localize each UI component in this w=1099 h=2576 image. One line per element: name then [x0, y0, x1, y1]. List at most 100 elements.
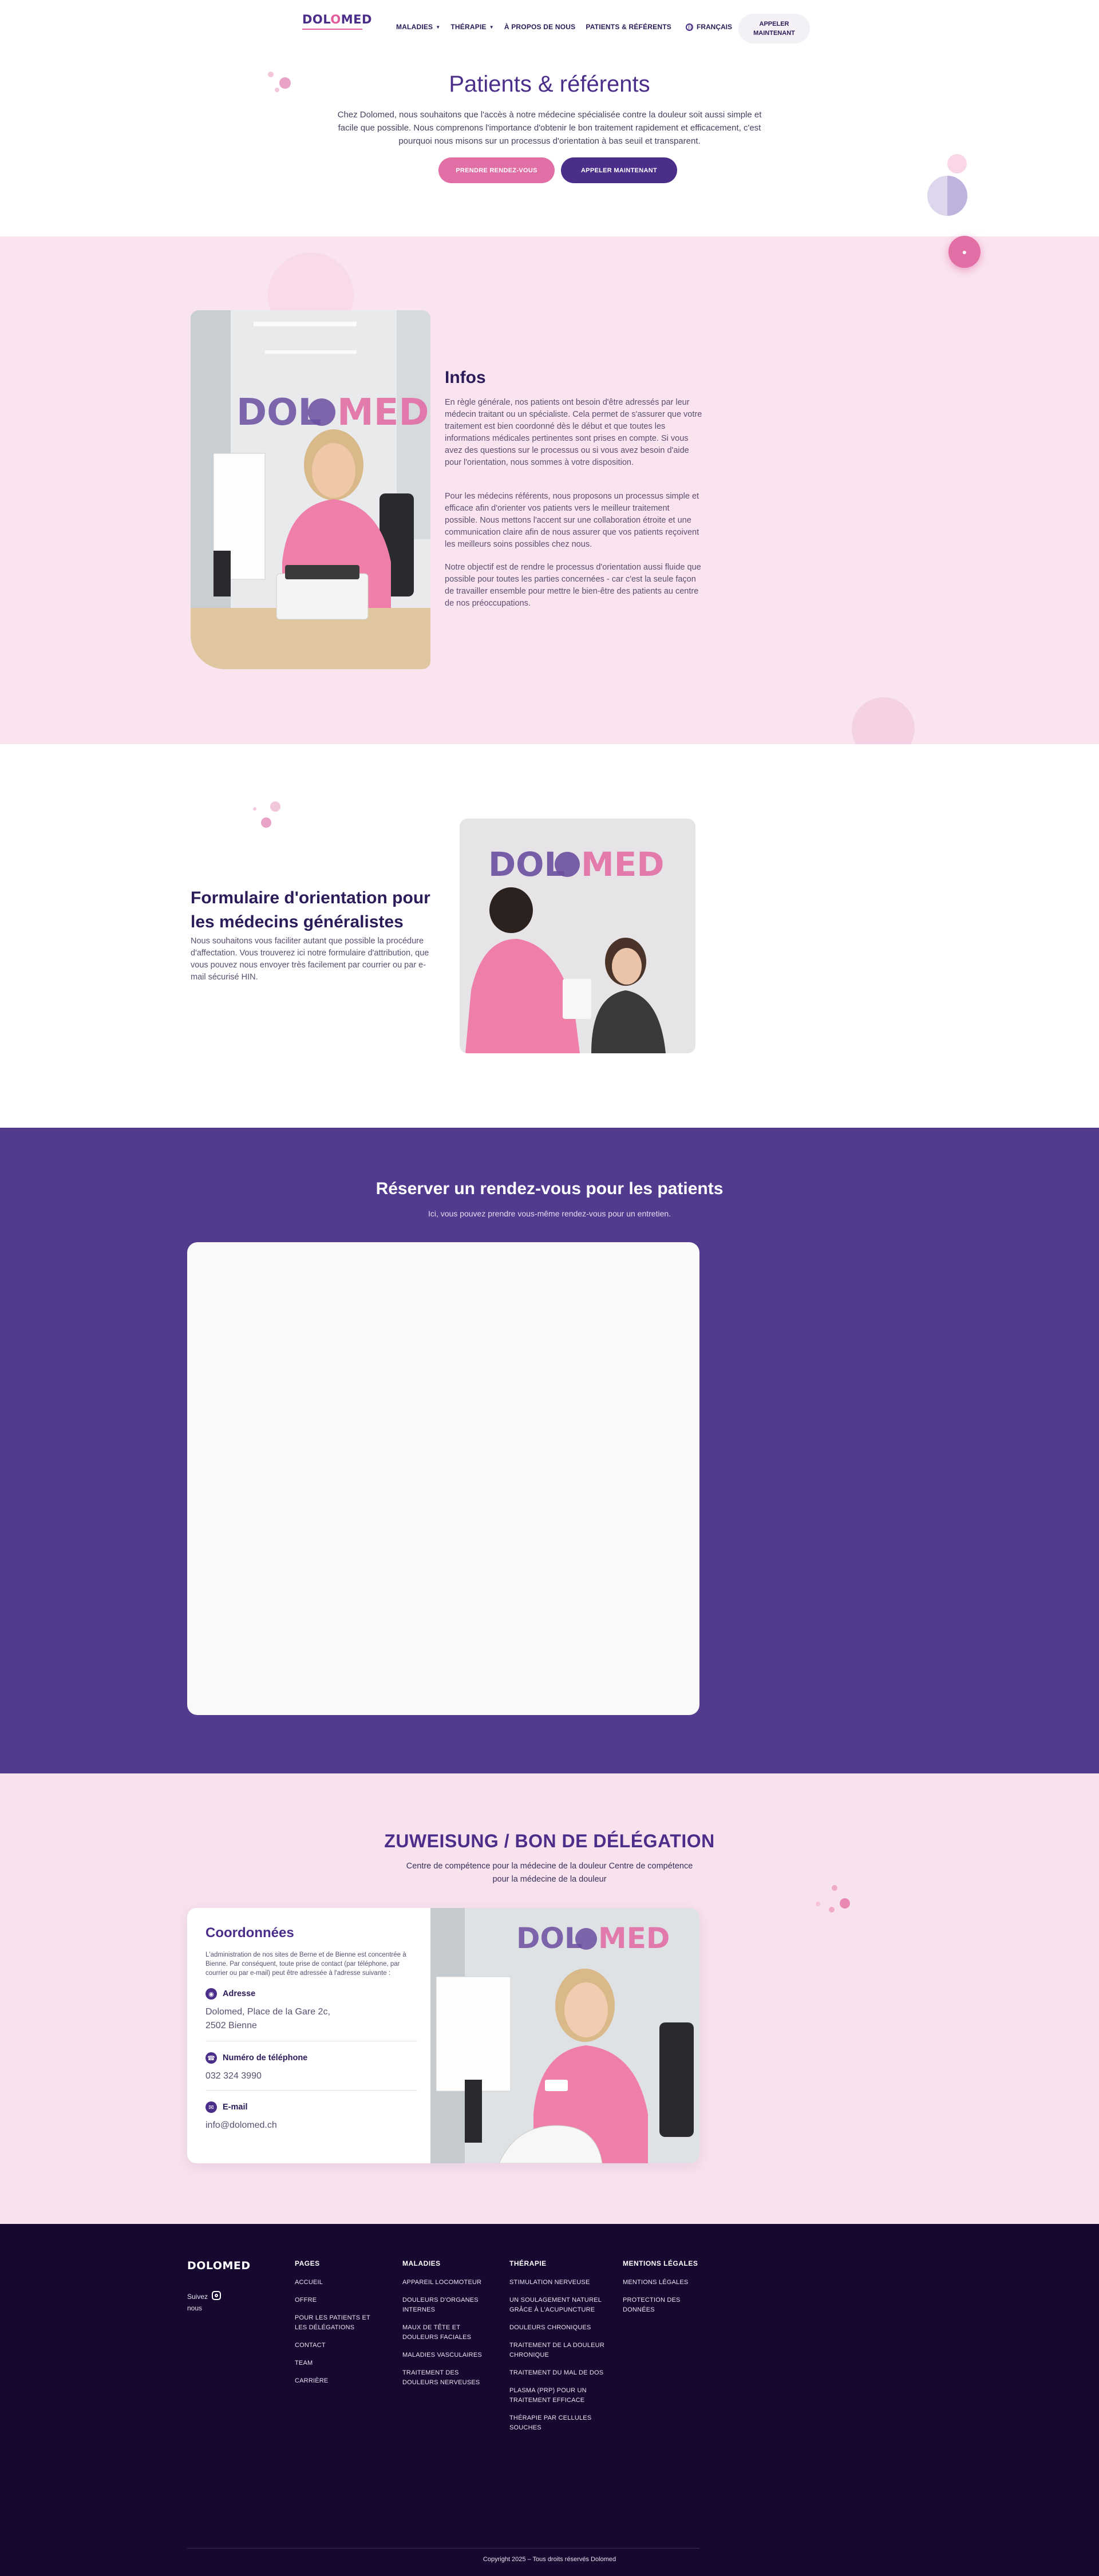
nav-item-a-propos[interactable]: À PROPOS DE NOUS [504, 23, 576, 31]
book-appointment-button[interactable]: PRENDRE RENDEZ-VOUS [438, 157, 555, 183]
address-line: Dolomed, Place de la Gare 2c, [205, 2007, 330, 2017]
phone-number-link[interactable]: 032 324 3990 [205, 2069, 417, 2083]
contact-heading: Coordonnées [205, 1925, 294, 1941]
footer-column-title: THÉRAPIE [509, 2259, 547, 2267]
footer-follow-text: Suivez nous [187, 2293, 208, 2312]
page-title: Patients & référents [449, 72, 650, 97]
footer-link[interactable]: POUR LES PATIENTS ET LES DÉLÉGATIONS [295, 2313, 375, 2333]
contact-card: Coordonnées L'administration de nos site… [187, 1908, 699, 2163]
referral-form-text: Nous souhaitons vous faciliter autant qu… [191, 937, 429, 982]
consultation-photo[interactable]: DOL MED [460, 819, 695, 1053]
decor-dot [261, 817, 271, 828]
svg-text:DOL: DOL [488, 845, 565, 884]
logo[interactable]: DOLOMED [302, 13, 372, 41]
phone-label: Numéro de téléphone [223, 2053, 308, 2063]
email-link[interactable]: info@dolomed.ch [205, 2119, 417, 2132]
delegation-heading: ZUWEISUNG / BON DE DÉLÉGATION [384, 1831, 715, 1851]
nav-label: MALADIES [396, 23, 433, 31]
footer-column-maladies: MALADIES APPAREIL LOCOMOTEUR DOULEURS D'… [402, 2259, 494, 2396]
footer-column-mentions: MENTIONS LÉGALES MENTIONS LÉGALES PROTEC… [623, 2259, 700, 2323]
booking-section: Réserver un rendez-vous pour les patient… [0, 1128, 1099, 1773]
footer-column-title: MALADIES [402, 2259, 441, 2267]
decor-dot [947, 154, 967, 173]
infos-paragraph: En règle générale, nos patients ont beso… [445, 398, 702, 467]
chat-icon: ● [962, 247, 967, 256]
footer-link[interactable]: CARRIÈRE [295, 2376, 375, 2386]
footer-link[interactable]: CONTACT [295, 2341, 375, 2350]
footer-link[interactable]: PROTECTION DES DONNÉES [623, 2296, 700, 2315]
nav-item-therapie[interactable]: THÉRAPIE ▼ [450, 23, 493, 31]
footer-link[interactable]: THÉRAPIE PAR CELLULES SOUCHES [509, 2413, 607, 2433]
globe-icon [686, 23, 693, 31]
nav-item-maladies[interactable]: MALADIES ▼ [396, 23, 440, 31]
footer-link[interactable]: DOULEURS CHRONIQUES [509, 2323, 607, 2333]
copyright-text: Copyright 2025 – Tous droits réservés Do… [483, 2556, 616, 2563]
decor-dot [275, 88, 279, 92]
svg-text:MED: MED [337, 392, 429, 434]
footer-link[interactable]: TRAITEMENT DE LA DOULEUR CHRONIQUE [509, 2341, 607, 2360]
footer-column-title: MENTIONS LÉGALES [623, 2259, 698, 2267]
footer-link[interactable]: DOULEURS D'ORGANES INTERNES [402, 2296, 494, 2315]
footer-link[interactable]: APPAREIL LOCOMOTEUR [402, 2278, 494, 2287]
nav-item-patients-referents[interactable]: PATIENTS & RÉFÉRENTS [586, 23, 671, 31]
decor-circle [852, 697, 915, 744]
decor-dot [253, 807, 256, 811]
footer-link[interactable]: MAUX DE TÊTE ET DOULEURS FACIALES [402, 2323, 494, 2342]
language-switcher[interactable]: FRANÇAIS [686, 23, 732, 31]
svg-text:DOL: DOL [516, 1922, 583, 1955]
footer-link[interactable]: MALADIES VASCULAIRES [402, 2350, 494, 2360]
email-block: ✉ E-mail info@dolomed.ch [205, 2101, 417, 2132]
floating-contact-widget[interactable]: ● [948, 236, 981, 268]
address-label: Adresse [223, 1989, 256, 1998]
address-line: 2502 Bienne [205, 2021, 257, 2030]
hero-section: Patients & référents Chez Dolomed, nous … [0, 54, 1099, 236]
reception-photo: DOL MED [191, 310, 430, 669]
receptionist-photo: DOL MED [430, 1908, 699, 2163]
phone-icon: ☎ [205, 2052, 217, 2064]
booking-widget-frame[interactable] [187, 1242, 699, 1715]
footer-link[interactable]: TRAITEMENT DES DOULEURS NERVEUSES [402, 2368, 494, 2388]
footer-link[interactable]: ACCUEIL [295, 2278, 375, 2287]
footer-link[interactable]: TEAM [295, 2358, 375, 2368]
footer-link[interactable]: OFFRE [295, 2296, 375, 2305]
language-label: FRANÇAIS [697, 23, 732, 31]
footer-logo[interactable]: DOLOMED [187, 2259, 251, 2272]
hero-intro-text: Chez Dolomed, nous souhaitons que l'accè… [337, 110, 762, 146]
receptionist-photo-illustration: DOL MED [430, 1908, 699, 2163]
footer-link[interactable]: TRAITEMENT DU MAL DE DOS [509, 2368, 607, 2378]
instagram-icon[interactable] [212, 2291, 221, 2300]
infos-paragraph: Pour les médecins référents, nous propos… [445, 492, 699, 549]
site-header: DOLOMED MALADIES ▼ THÉRAPIE ▼ À PROPOS DE … [0, 0, 1099, 54]
nav-label: PATIENTS & RÉFÉRENTS [586, 23, 671, 31]
address-block: ◉ Adresse Dolomed, Place de la Gare 2c, 2… [205, 1988, 417, 2033]
footer-link[interactable]: MENTIONS LÉGALES [623, 2278, 700, 2287]
referral-form-heading: Formulaire d'orientation pour les médeci… [191, 888, 430, 931]
nav-label: THÉRAPIE [450, 23, 487, 31]
decor-dot [832, 1885, 837, 1891]
email-label: E-mail [223, 2103, 248, 2112]
chevron-down-icon: ▼ [436, 24, 441, 30]
svg-text:MED: MED [598, 1922, 670, 1955]
footer-link[interactable]: UN SOULAGEMENT NATUREL GRÂCE À L'ACUPUNC… [509, 2296, 607, 2315]
infos-section: DOL MED Infos En règle générale, nos pat… [0, 236, 1099, 744]
decor-dot [816, 1902, 820, 1906]
consultation-photo-illustration: DOL MED [460, 819, 695, 1053]
call-now-button[interactable]: APPELER MAINTENANT [561, 157, 677, 183]
decor-half-circle [947, 176, 967, 216]
main-nav: MALADIES ▼ THÉRAPIE ▼ À PROPOS DE NOUS PAT… [396, 23, 671, 31]
contact-intro-text: L'administration de nos sites de Berne e… [205, 1951, 406, 1977]
footer-link[interactable]: PLASMA (PRP) POUR UN TRAITEMENT EFFICACE [509, 2386, 607, 2405]
decor-dot [270, 801, 280, 812]
footer-column-title: PAGES [295, 2259, 320, 2267]
footer-link[interactable]: STIMULATION NERVEUSE [509, 2278, 607, 2287]
phone-block: ☎ Numéro de téléphone 032 324 3990 [205, 2052, 417, 2083]
logo-underline [302, 29, 362, 30]
infos-paragraph: Notre objectif est de rendre le processu… [445, 563, 701, 608]
decor-dot [279, 77, 291, 89]
infos-heading: Infos [445, 368, 486, 387]
chevron-down-icon: ▼ [489, 24, 494, 30]
footer-column-pages: PAGES ACCUEIL OFFRE POUR LES PATIENTS ET… [295, 2259, 375, 2394]
header-call-button[interactable]: APPELER MAINTENANT [738, 14, 810, 44]
location-pin-icon: ◉ [205, 1988, 217, 2000]
logo-wordmark: DOLOMED [302, 13, 372, 26]
